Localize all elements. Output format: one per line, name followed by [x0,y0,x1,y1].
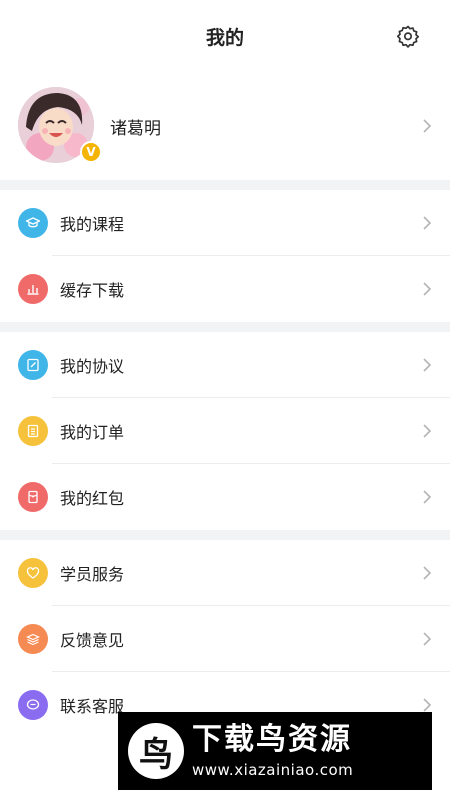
user-name: 诸葛明 [110,118,161,139]
menu-item-student-services[interactable]: 学员服务 [0,540,450,606]
order-list-icon [18,416,48,446]
watermark-title: 下载鸟资源 [192,722,352,757]
menu-item-label: 学员服务 [60,565,125,584]
menu-item-label: 我的订单 [60,423,125,442]
chevron-right-icon [420,213,434,233]
menu-item-label: 缓存下载 [60,281,125,300]
heart-icon [18,558,48,588]
section-divider [0,322,450,332]
edit-document-icon [18,350,48,380]
chevron-right-icon [420,355,434,375]
red-envelope-icon [18,482,48,512]
menu-item-red-envelopes[interactable]: 我的红包 [0,464,450,530]
menu-item-label: 我的红包 [60,489,125,508]
chevron-right-icon [420,279,434,299]
layers-icon [18,624,48,654]
menu-item-label: 反馈意见 [60,631,125,650]
profile-row[interactable]: V 诸葛明 [0,72,450,180]
menu-item-my-courses[interactable]: 我的课程 [0,190,450,256]
page-title: 我的 [205,26,244,49]
verified-badge: V [80,141,102,163]
avatar-container: V [18,87,102,165]
section-divider [0,530,450,540]
section-divider [0,180,450,190]
watermark-banner: 鸟 下载鸟资源 www.xiazainiao.com [118,712,432,790]
chevron-right-icon [420,629,434,649]
menu-item-my-agreements[interactable]: 我的协议 [0,332,450,398]
menu-item-downloads[interactable]: 缓存下载 [0,256,450,322]
graduation-cap-icon [18,208,48,238]
menu-item-my-orders[interactable]: 我的订单 [0,398,450,464]
watermark-logo-glyph: 鸟 [139,734,173,775]
watermark-url: www.xiazainiao.com [192,761,354,779]
chevron-right-icon [420,116,434,136]
chevron-right-icon [420,487,434,507]
menu-item-label: 我的协议 [60,357,125,376]
chat-bubble-icon [18,690,48,720]
download-bars-icon [18,274,48,304]
chevron-right-icon [420,563,434,583]
menu-item-label: 我的课程 [60,215,125,234]
chevron-right-icon [420,421,434,441]
watermark-logo: 鸟 [128,723,184,779]
top-bar: 我的 [0,0,450,72]
gear-icon [396,25,420,48]
menu-item-feedback[interactable]: 反馈意见 [0,606,450,672]
settings-button[interactable] [394,22,422,50]
